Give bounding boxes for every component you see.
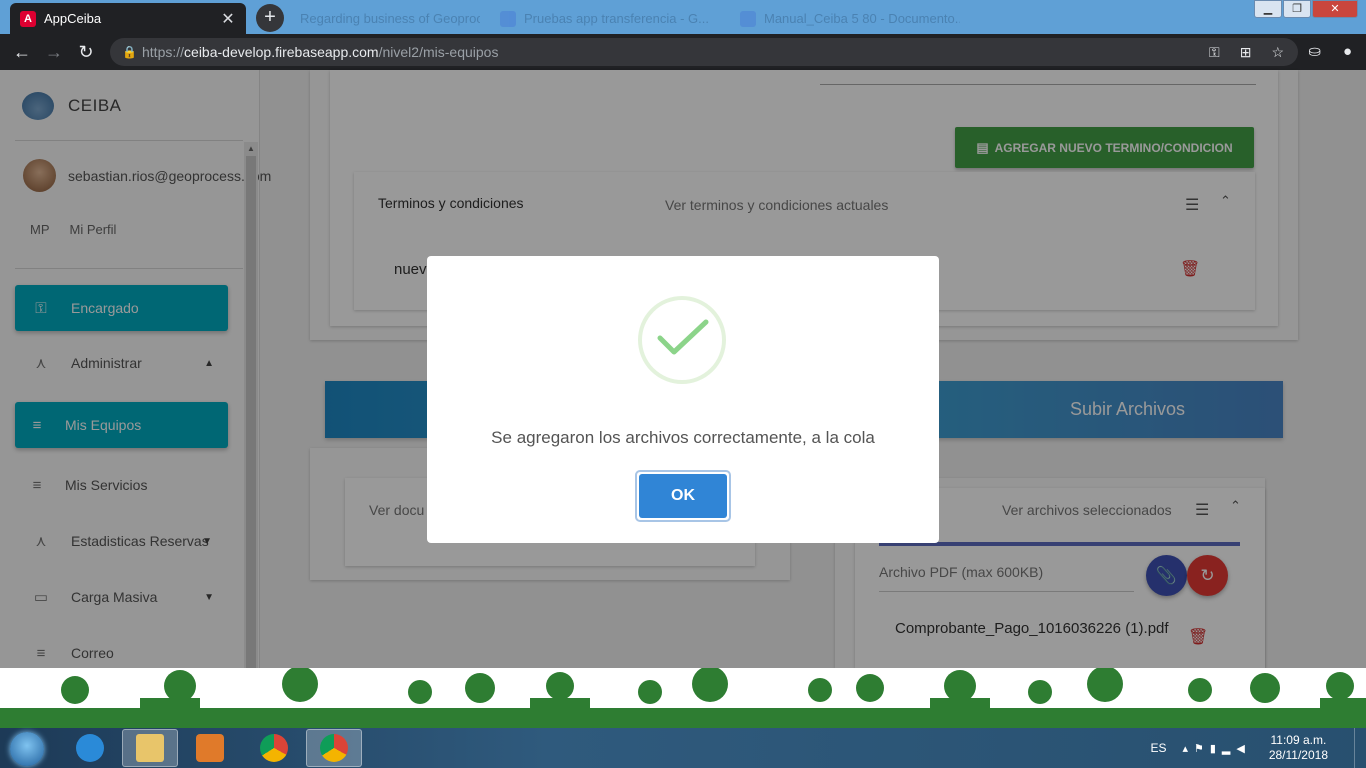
forest-footer-banner: [0, 668, 1366, 728]
browser-toolbar: ← → ↻ 🔒 https://ceiba-develop.firebaseap…: [0, 34, 1366, 70]
close-tab-icon[interactable]: ✕: [220, 9, 236, 29]
clock-date: 28/11/2018: [1268, 748, 1328, 762]
browser-tab-strip: A AppCeiba ✕ + Regarding business of Geo…: [0, 0, 1366, 34]
tab-title: Manual_Ceiba 5 80 - Documento...: [764, 11, 960, 26]
lock-icon: 🔒: [122, 45, 137, 59]
key-icon[interactable]: ⚿: [1209, 38, 1220, 66]
success-icon: [638, 296, 726, 384]
docs-icon: [500, 10, 516, 27]
angular-icon: A: [20, 10, 36, 27]
system-tray: ES ▴⚑▮▂◀ 11:09 a.m. 28/11/2018: [1150, 728, 1366, 768]
tab-title: AppCeiba: [44, 11, 102, 26]
tab-title: Regarding business of Geoprocess ...: [300, 11, 480, 26]
minimize-button[interactable]: ▁: [1254, 0, 1282, 18]
taskbar-chrome[interactable]: [246, 729, 302, 767]
url-host: ceiba-develop.firebaseapp.com: [184, 44, 379, 60]
show-desktop-button[interactable]: [1354, 728, 1366, 768]
star-icon[interactable]: ☆: [1271, 38, 1284, 66]
success-dialog: Se agregaron los archivos correctamente,…: [427, 256, 939, 543]
start-button[interactable]: [4, 728, 48, 768]
incognito-icon[interactable]: ⛀: [1308, 40, 1321, 64]
back-arrow-icon[interactable]: ←: [10, 40, 34, 64]
chrome-icon: [260, 734, 288, 762]
tab-background-2[interactable]: Pruebas app transferencia - G...: [490, 3, 725, 34]
taskbar-media-player[interactable]: [182, 729, 238, 767]
taskbar-internet-explorer[interactable]: [62, 729, 118, 767]
profile-icon[interactable]: ●: [1343, 40, 1352, 64]
media-player-icon: [196, 734, 224, 762]
tab-background-3[interactable]: Manual_Ceiba 5 80 - Documento...: [730, 3, 970, 34]
ok-button[interactable]: OK: [635, 470, 731, 522]
clock[interactable]: 11:09 a.m. 28/11/2018: [1269, 733, 1328, 763]
new-tab-button[interactable]: +: [256, 4, 284, 32]
clock-time: 11:09 a.m.: [1270, 733, 1327, 747]
docs-icon: [740, 10, 756, 27]
translate-icon[interactable]: ⊞: [1240, 38, 1252, 66]
ok-label: OK: [639, 474, 727, 518]
tab-appceiba[interactable]: A AppCeiba ✕: [10, 3, 246, 34]
taskbar-file-explorer[interactable]: [122, 729, 178, 767]
url-path: /nivel2/mis-equipos: [378, 44, 499, 60]
address-bar[interactable]: 🔒 https://ceiba-develop.firebaseapp.com/…: [110, 38, 1298, 66]
tab-title: Pruebas app transferencia - G...: [524, 11, 709, 26]
restore-button[interactable]: ❐: [1283, 0, 1311, 18]
reload-icon[interactable]: ↻: [74, 40, 98, 64]
window-controls: ▁ ❐ ✕: [1253, 0, 1358, 18]
forward-arrow-icon[interactable]: →: [42, 40, 66, 64]
dialog-message: Se agregaron los archivos correctamente,…: [491, 428, 875, 447]
internet-explorer-icon: [76, 734, 104, 762]
tray-icons[interactable]: ▴⚑▮▂◀: [1182, 742, 1250, 755]
url-scheme: https://: [142, 44, 185, 60]
windows-taskbar: ES ▴⚑▮▂◀ 11:09 a.m. 28/11/2018: [0, 728, 1366, 768]
folder-icon: [136, 734, 164, 762]
close-window-button[interactable]: ✕: [1312, 0, 1358, 18]
chrome-icon: [320, 734, 348, 762]
taskbar-chrome-active[interactable]: [306, 729, 362, 767]
tab-background-1[interactable]: Regarding business of Geoprocess ...: [290, 3, 490, 34]
language-indicator[interactable]: ES: [1150, 741, 1166, 755]
windows-logo-icon: [10, 732, 44, 766]
